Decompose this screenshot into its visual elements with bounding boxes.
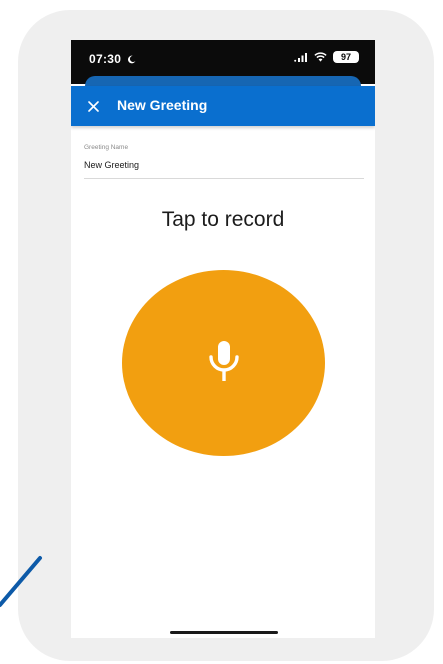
page-title: New Greeting bbox=[117, 97, 208, 113]
record-prompt: Tap to record bbox=[161, 208, 285, 231]
wifi-icon bbox=[314, 52, 327, 62]
status-time-text: 07:30 bbox=[89, 52, 122, 66]
moon-icon bbox=[127, 55, 136, 64]
greeting-name-label: Greeting Name bbox=[84, 144, 129, 151]
record-button[interactable] bbox=[122, 270, 325, 456]
close-button[interactable] bbox=[83, 96, 103, 116]
app-bar: New Greeting bbox=[71, 86, 375, 126]
phone-screen: 07:30 97 New Greeting Greeting Name New … bbox=[71, 40, 375, 638]
status-icons: 97 bbox=[294, 51, 359, 63]
home-indicator bbox=[170, 631, 278, 634]
status-time: 07:30 bbox=[89, 52, 136, 66]
close-icon bbox=[87, 100, 99, 112]
signal-icon bbox=[294, 53, 307, 62]
battery-indicator: 97 bbox=[333, 51, 359, 63]
greeting-name-input[interactable] bbox=[84, 160, 364, 170]
greeting-name-field[interactable]: Greeting Name bbox=[84, 144, 364, 179]
microphone-icon bbox=[208, 341, 239, 381]
